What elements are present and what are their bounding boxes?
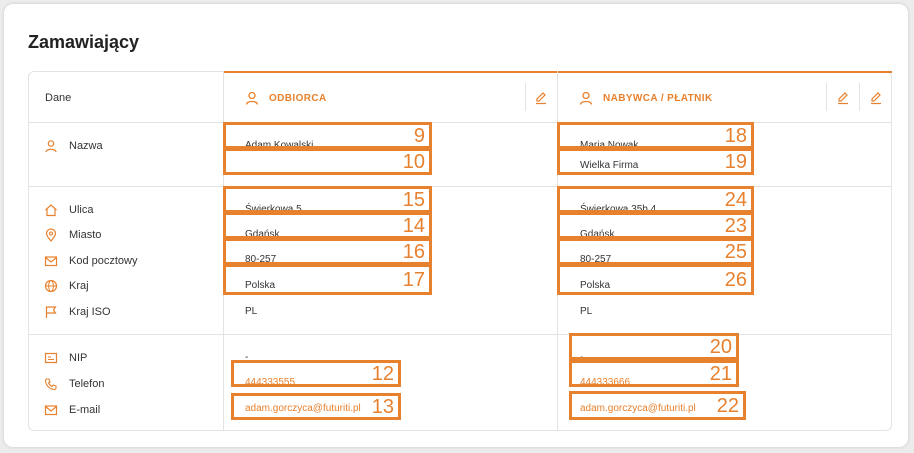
miasto-label: Miasto	[69, 229, 102, 241]
annotation-number: 16	[402, 241, 425, 263]
globe-icon	[44, 279, 58, 293]
odbiorca-kraj-iso: PL	[245, 306, 258, 317]
map-pin-icon	[44, 228, 58, 242]
nabywca-edit-pencil-icon[interactable]	[836, 91, 850, 105]
annotation-box: 14	[223, 212, 432, 239]
annotation-box: 10	[223, 148, 432, 175]
customer-data-table: Dane ODBIORCA NABYWCA / PŁATNIK Nazwa Ul…	[28, 71, 892, 431]
mail-icon	[44, 254, 58, 268]
odbiorca-accent-bar	[224, 71, 557, 73]
header-separator	[826, 83, 827, 111]
annotation-number: 9	[413, 125, 425, 147]
kod-pocztowy-label: Kod pocztowy	[69, 255, 138, 267]
annotation-box: 26	[557, 264, 754, 295]
annotation-box: 18	[557, 122, 754, 149]
zamawiajacy-card: Zamawiający Dane ODBIORCA NABYWCA / PŁAT…	[4, 4, 908, 447]
home-icon	[44, 203, 58, 217]
nip-label: NIP	[69, 352, 88, 364]
annotation-number: 22	[716, 395, 739, 417]
annotation-number: 17	[402, 269, 425, 291]
annotation-box: 24	[557, 186, 754, 213]
annotation-box: 16	[223, 238, 432, 265]
nabywca-title: NABYWCA / PŁATNIK	[603, 93, 713, 104]
nabywca-accent-bar	[558, 71, 892, 73]
annotation-number: 13	[371, 396, 394, 418]
annotation-box: 9	[223, 122, 432, 149]
annotation-number: 14	[402, 215, 425, 237]
annotation-box: 20	[569, 333, 739, 360]
user-icon	[579, 91, 593, 105]
odbiorca-edit-pencil-icon[interactable]	[534, 91, 548, 105]
header-separator	[525, 83, 526, 111]
annotation-number: 10	[402, 151, 425, 173]
row-divider	[29, 122, 891, 123]
annotation-box: 19	[557, 148, 754, 175]
flag-icon	[44, 305, 58, 319]
nabywca-kraj-iso: PL	[580, 306, 593, 317]
annotation-box: 25	[557, 238, 754, 265]
annotation-number: 26	[724, 269, 747, 291]
annotation-number: 21	[709, 363, 732, 385]
annotation-number: 19	[724, 151, 747, 173]
header-separator	[859, 83, 860, 111]
annotation-number: 15	[402, 189, 425, 211]
nazwa-label: Nazwa	[69, 140, 103, 152]
phone-icon	[44, 377, 58, 391]
annotation-number: 18	[724, 125, 747, 147]
row-divider	[29, 186, 891, 187]
platnik-edit-pencil-icon[interactable]	[869, 91, 883, 105]
annotation-box: 21	[569, 360, 739, 387]
annotation-box: 23	[557, 212, 754, 239]
annotation-box: 13	[231, 393, 401, 420]
user-icon	[245, 91, 259, 105]
email-label: E-mail	[69, 404, 101, 416]
annotation-box: 22	[569, 391, 746, 420]
odbiorca-title: ODBIORCA	[269, 93, 327, 104]
dane-header: Dane	[45, 92, 72, 104]
telefon-label: Telefon	[69, 378, 105, 390]
annotation-number: 25	[724, 241, 747, 263]
annotation-number: 24	[724, 189, 747, 211]
annotation-box: 12	[231, 360, 401, 387]
id-card-icon	[44, 351, 58, 365]
annotation-box: 17	[223, 264, 432, 295]
annotation-box: 15	[223, 186, 432, 213]
annotation-number: 12	[371, 363, 394, 385]
ulica-label: Ulica	[69, 204, 94, 216]
annotation-number: 20	[709, 336, 732, 358]
user-icon	[44, 139, 58, 153]
kraj-label: Kraj	[69, 280, 89, 292]
page-title: Zamawiający	[28, 32, 140, 52]
kraj-iso-label: Kraj ISO	[69, 306, 111, 318]
annotation-number: 23	[724, 215, 747, 237]
row-divider	[29, 334, 891, 335]
mail-icon	[44, 403, 58, 417]
